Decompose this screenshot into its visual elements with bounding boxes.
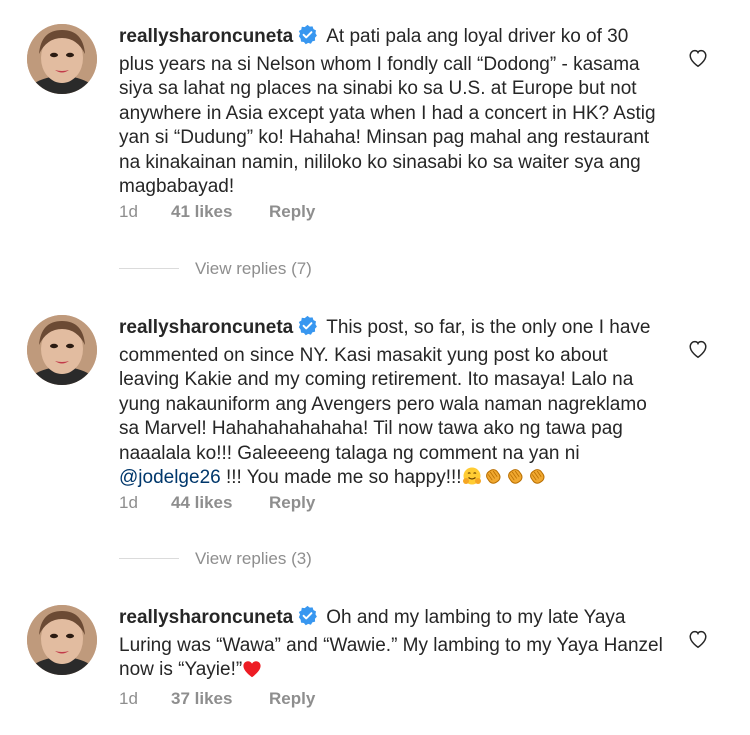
comment-meta: 1d 41 likes Reply (119, 202, 315, 222)
reply-button[interactable]: Reply (269, 689, 315, 709)
likes-count[interactable]: 41 likes (171, 202, 269, 222)
clapping-hands-icon (504, 466, 526, 494)
view-replies-button[interactable]: View replies (3) (119, 549, 312, 569)
avatar[interactable] (27, 605, 97, 675)
comment-meta: 1d 37 likes Reply (119, 689, 315, 709)
likes-count[interactable]: 44 likes (171, 493, 269, 513)
clapping-hands-icon (526, 466, 548, 494)
comment-text: reallysharoncuneta At pati pala ang loyal… (119, 24, 664, 200)
avatar[interactable] (27, 24, 97, 94)
avatar[interactable] (27, 315, 97, 385)
view-replies-label: View replies (7) (195, 259, 312, 278)
comment-text: reallysharoncuneta Oh and my lambing to m… (119, 605, 664, 686)
mention-link[interactable]: @jodelge26 (119, 467, 221, 488)
reply-button[interactable]: Reply (269, 202, 315, 222)
like-heart-icon[interactable] (687, 628, 709, 650)
timestamp: 1d (119, 202, 138, 221)
replies-divider (119, 558, 179, 559)
avatar-image (27, 605, 97, 675)
verified-badge-icon (297, 315, 318, 344)
verified-badge-icon (297, 24, 318, 53)
timestamp: 1d (119, 493, 138, 512)
hugging-face-emoji-icon (462, 466, 482, 494)
likes-count[interactable]: 37 likes (171, 689, 269, 709)
username[interactable]: reallysharoncuneta (119, 26, 293, 47)
view-replies-label: View replies (3) (195, 549, 312, 568)
like-heart-icon[interactable] (687, 338, 709, 360)
avatar-image (27, 24, 97, 94)
reply-button[interactable]: Reply (269, 493, 315, 513)
comment-meta: 1d 44 likes Reply (119, 493, 315, 513)
clapping-hands-icon (482, 466, 504, 494)
view-replies-button[interactable]: View replies (7) (119, 259, 312, 279)
verified-badge-icon (297, 605, 318, 634)
like-heart-icon[interactable] (687, 47, 709, 69)
replies-divider (119, 268, 179, 269)
comment-body-end: !!! You made me so happy!!! (220, 467, 462, 488)
comment-body: At pati pala ang loyal driver ko of 30 p… (119, 26, 656, 197)
comment-text: reallysharoncuneta This post, so far, is … (119, 315, 664, 494)
username[interactable]: reallysharoncuneta (119, 317, 293, 338)
username[interactable]: reallysharoncuneta (119, 607, 293, 628)
timestamp: 1d (119, 689, 138, 708)
comment-body: This post, so far, is the only one I hav… (119, 317, 651, 464)
red-heart-emoji-icon (242, 660, 262, 686)
avatar-image (27, 315, 97, 385)
